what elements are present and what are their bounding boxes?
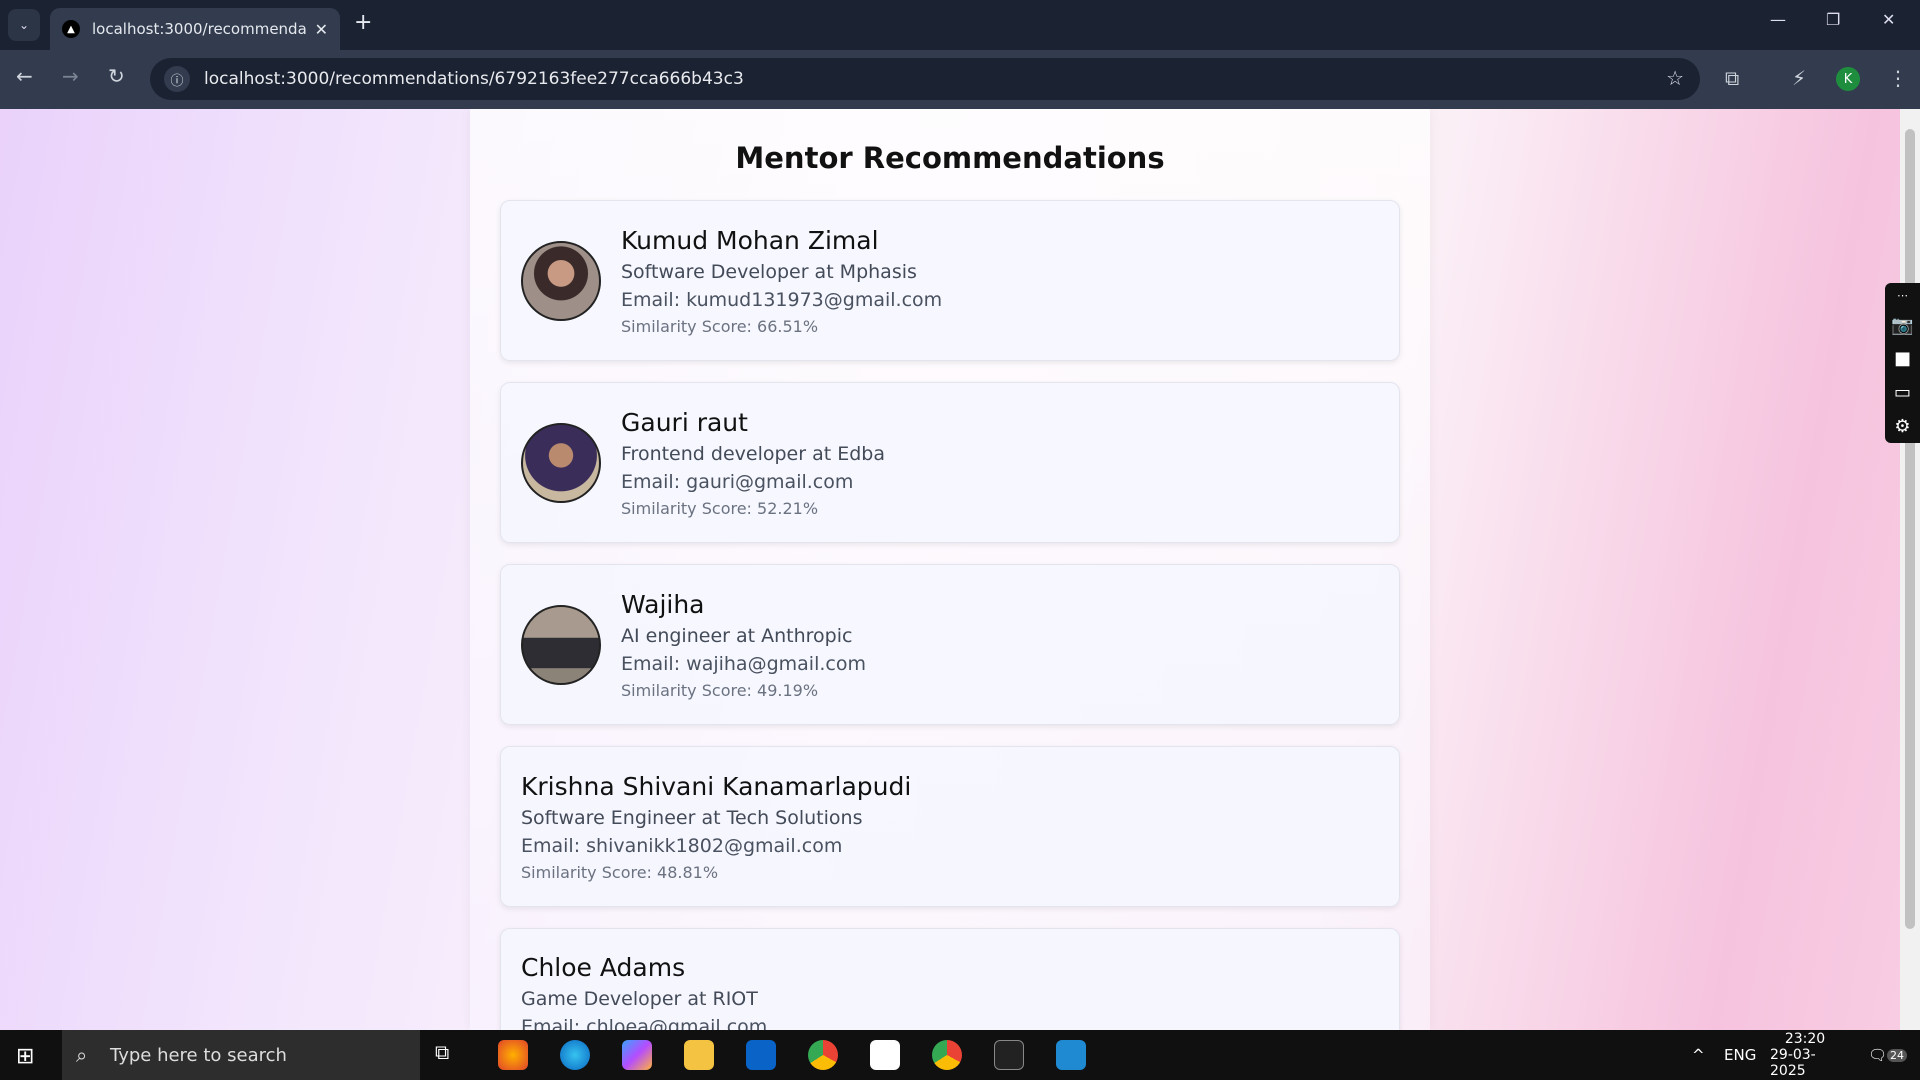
mentor-role: Frontend developer at Edba (621, 442, 885, 465)
minimize-button[interactable]: — (1770, 10, 1786, 29)
forward-button[interactable]: → (62, 64, 79, 88)
camera-icon[interactable]: 📷 (1891, 315, 1913, 336)
tray-chevron-icon[interactable]: ^ (1692, 1030, 1705, 1080)
app-icon[interactable] (870, 1040, 900, 1070)
page-title: Mentor Recommendations (735, 141, 1165, 175)
mentor-card[interactable]: Krishna Shivani Kanamarlapudi Software En… (500, 746, 1400, 907)
similarity-score: Similarity Score: 52.21% (621, 498, 819, 518)
mentor-card[interactable]: Kumud Mohan Zimal Software Developer at M… (500, 200, 1400, 361)
mentor-card[interactable]: Chloe Adams Game Developer at RIOT Email: … (500, 928, 1400, 1030)
scrollbar-thumb[interactable] (1905, 129, 1915, 929)
mentor-name: Chloe Adams (521, 953, 686, 982)
favicon-icon: ▲ (62, 20, 80, 38)
mentor-role: Game Developer at RIOT (521, 988, 758, 1010)
search-placeholder: Type here to search (110, 1044, 287, 1066)
video-icon[interactable]: ■ (1894, 348, 1911, 369)
site-info-icon[interactable]: ⓘ (164, 66, 190, 92)
windows-start-icon[interactable]: ⊞ (16, 1044, 34, 1069)
performance-icon[interactable]: ⚡ (1792, 66, 1806, 90)
mentor-avatar (521, 604, 601, 685)
new-tab-button[interactable]: + (354, 10, 372, 35)
reload-button[interactable]: ↻ (108, 64, 125, 88)
back-button[interactable]: ← (16, 64, 33, 88)
mentor-name: Wajiha (621, 589, 705, 619)
gear-icon[interactable]: ⚙ (1894, 416, 1910, 437)
capture-widget: ⋯ 📷 ■ ▭ ⚙ (1885, 283, 1920, 443)
similarity-score: Similarity Score: 48.81% (521, 862, 719, 882)
page-viewport: Mentor Recommendations Kumud Mohan Zimal… (0, 109, 1920, 1030)
tab-search-button[interactable]: ⌄ (8, 9, 40, 41)
mentor-name: Krishna Shivani Kanamarlapudi (521, 771, 912, 801)
notifications-icon[interactable]: 🗨 24 (1868, 1030, 1908, 1080)
outlook-icon[interactable] (746, 1040, 776, 1070)
tab-strip: ⌄ ▲ localhost:3000/recommendatio ✕ + — ❐… (0, 0, 1920, 50)
chrome-profile-icon[interactable] (932, 1040, 962, 1070)
mentor-email: Email: wajiha@gmail.com (621, 652, 866, 675)
mentor-card[interactable]: Wajiha AI engineer at Anthropic Email: waj… (500, 564, 1400, 725)
bookmark-star-icon[interactable]: ☆ (1666, 66, 1684, 90)
similarity-score: Similarity Score: 66.51% (621, 316, 819, 336)
widget-handle-icon[interactable]: ⋯ (1897, 289, 1908, 302)
edge-icon[interactable] (560, 1040, 590, 1070)
page-scrollbar[interactable] (1900, 109, 1920, 1030)
firefox-icon[interactable] (498, 1040, 528, 1070)
mentor-avatar (521, 422, 601, 503)
address-bar[interactable]: ⓘ localhost:3000/recommendations/6792163… (150, 58, 1700, 100)
window-icon[interactable]: ▭ (1894, 382, 1911, 403)
browser-tab[interactable]: ▲ localhost:3000/recommendatio ✕ (50, 8, 340, 50)
taskbar-search[interactable]: ⌕ Type here to search (62, 1030, 420, 1080)
close-window-button[interactable]: ✕ (1882, 10, 1895, 29)
url-text[interactable]: localhost:3000/recommendations/6792163fe… (204, 69, 744, 89)
similarity-score: Similarity Score: 49.19% (621, 680, 819, 700)
extensions-icon[interactable]: ⧉ (1725, 66, 1739, 90)
clock[interactable]: 23:20 29-03-2025 (1770, 1030, 1840, 1080)
browser-toolbar: ← → ↻ ⓘ localhost:3000/recommendations/6… (0, 50, 1920, 109)
clock-date: 29-03-2025 (1770, 1047, 1816, 1079)
menu-icon[interactable]: ⋮ (1888, 66, 1908, 90)
notification-count: 24 (1887, 1048, 1908, 1062)
file-explorer-icon[interactable] (684, 1040, 714, 1070)
restore-button[interactable]: ❐ (1826, 10, 1840, 29)
language-indicator[interactable]: ENG (1724, 1030, 1756, 1080)
chrome-icon[interactable] (808, 1040, 838, 1070)
mentor-role: Software Engineer at Tech Solutions (521, 806, 863, 829)
task-view-icon[interactable]: ⧉ (435, 1040, 465, 1070)
mentor-card[interactable]: Gauri raut Frontend developer at Edba Emai… (500, 382, 1400, 543)
windows-taskbar: ⊞ ⌕ Type here to search ⧉ ^ ENG 23:20 29… (0, 1030, 1920, 1080)
vscode-icon[interactable] (1056, 1040, 1086, 1070)
mentor-name: Kumud Mohan Zimal (621, 225, 879, 255)
recommendations-panel: Mentor Recommendations Kumud Mohan Zimal… (470, 109, 1430, 1030)
mentor-role: AI engineer at Anthropic (621, 624, 853, 647)
clock-time: 23:20 (1784, 1031, 1826, 1047)
search-icon: ⌕ (76, 1043, 88, 1067)
mentor-email: Email: chloea@gmail.com (521, 1016, 768, 1030)
terminal-icon[interactable] (994, 1040, 1024, 1070)
copilot-icon[interactable] (622, 1040, 652, 1070)
mentor-email: Email: shivanikk1802@gmail.com (521, 834, 843, 857)
mentor-name: Gauri raut (621, 407, 748, 437)
tab-title: localhost:3000/recommendatio (92, 20, 307, 38)
mentor-role: Software Developer at Mphasis (621, 260, 917, 283)
close-tab-icon[interactable]: ✕ (315, 20, 328, 39)
mentor-avatar (521, 240, 601, 321)
mentor-email: Email: gauri@gmail.com (621, 470, 854, 493)
profile-avatar[interactable]: K (1836, 67, 1860, 91)
mentor-email: Email: kumud131973@gmail.com (621, 288, 943, 311)
